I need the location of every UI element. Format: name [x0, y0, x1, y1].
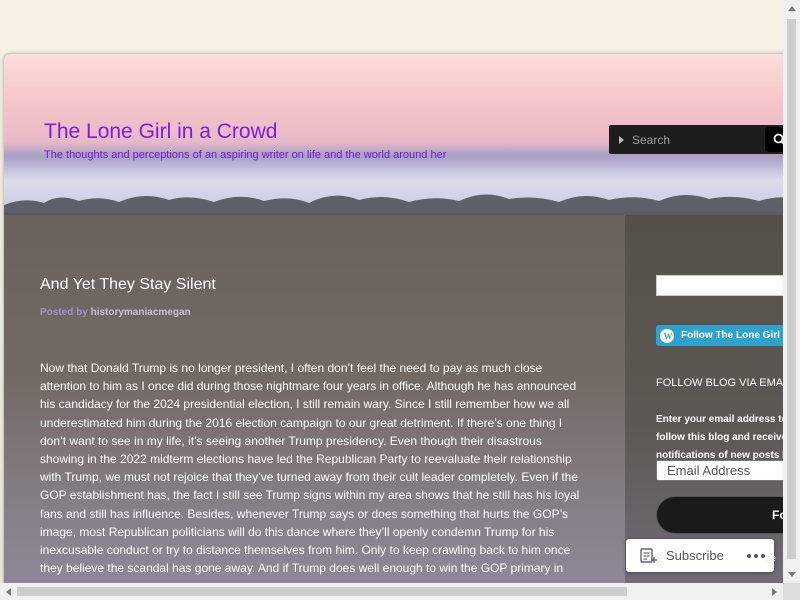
main-content: And Yet They Stay Silent Posted by histo… [4, 215, 625, 583]
site-tagline: The thoughts and perceptions of an aspir… [44, 149, 447, 161]
subscribe-bar: Subscribe [626, 539, 774, 572]
post-author-link[interactable]: historymaniacmegan [91, 307, 191, 318]
search-button[interactable] [765, 127, 783, 152]
svg-text:W: W [664, 331, 673, 341]
vertical-scrollbar[interactable] [783, 0, 800, 583]
blog-container: The Lone Girl in a Crowd The thoughts an… [4, 54, 783, 583]
site-title[interactable]: The Lone Girl in a Crowd [44, 120, 277, 144]
subscribe-label: Subscribe [666, 548, 724, 563]
post-meta: Posted by historymaniacmegan [40, 307, 191, 318]
search-arrow-icon [619, 135, 624, 144]
follow-submit-label: Follow [772, 508, 783, 522]
follow-submit-button[interactable]: Follow [656, 496, 783, 534]
post-meta-prefix: Posted by [40, 307, 91, 318]
horizontal-scroll-thumb[interactable] [17, 587, 627, 596]
search-input[interactable] [632, 132, 762, 147]
search-icon [773, 133, 783, 144]
header-treeline-image [4, 194, 783, 215]
sidebar: W Follow The Lone Girl in a Crowd FOLLOW… [625, 215, 783, 583]
subscribe-trailing-text: be [766, 553, 777, 563]
ellipsis-icon [747, 553, 765, 558]
subscribe-icon [640, 547, 657, 563]
search-box [609, 125, 783, 154]
post-body: Now that Donald Trump is no longer presi… [40, 361, 580, 576]
follow-blog-button[interactable]: W Follow The Lone Girl in a Crowd [656, 325, 783, 346]
scroll-left-arrow-icon[interactable] [0, 583, 17, 600]
wordpress-icon: W [660, 328, 674, 343]
sidebar-blank-widget [656, 275, 783, 296]
scrollbar-corner [783, 583, 800, 600]
post-title[interactable]: And Yet They Stay Silent [40, 276, 216, 294]
email-field[interactable] [656, 460, 783, 481]
scroll-down-arrow-icon[interactable] [783, 566, 800, 583]
horizontal-scrollbar[interactable] [0, 583, 783, 600]
site-header: The Lone Girl in a Crowd The thoughts an… [4, 54, 783, 215]
follow-email-heading: FOLLOW BLOG VIA EMAIL [656, 377, 783, 389]
follow-blog-label: Follow The Lone Girl in a Crowd [681, 330, 783, 341]
page-viewport: The Lone Girl in a Crowd The thoughts an… [0, 0, 783, 583]
scroll-up-arrow-icon[interactable] [783, 0, 800, 17]
vertical-scroll-thumb[interactable] [787, 19, 796, 559]
scroll-right-arrow-icon[interactable] [766, 583, 783, 600]
subscribe-button[interactable]: Subscribe [626, 539, 724, 572]
